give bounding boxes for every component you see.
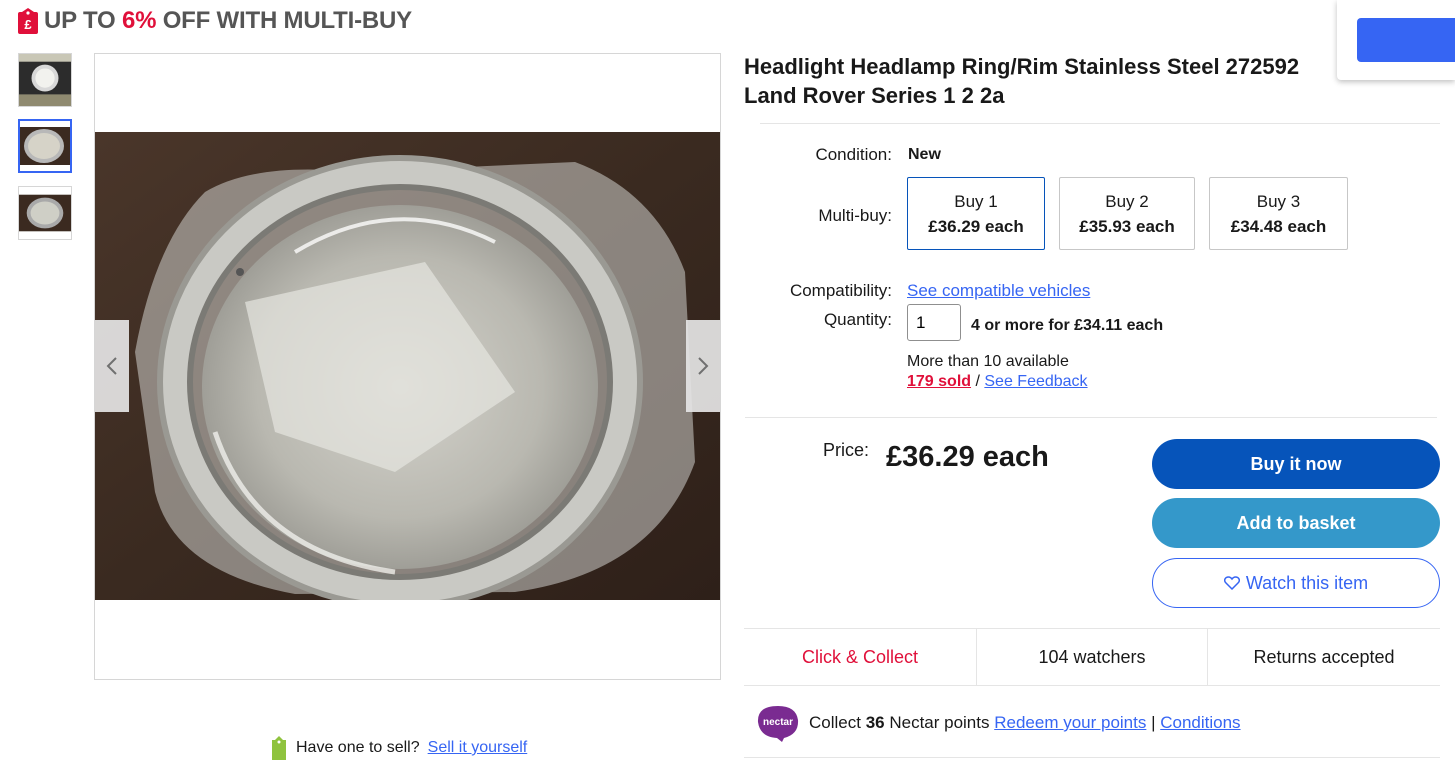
thumbnail-image — [20, 121, 70, 171]
sold-count-link[interactable]: 179 sold — [907, 373, 971, 390]
price-tag-icon: £ — [18, 8, 38, 34]
sell-text: Have one to sell? — [296, 739, 420, 756]
sell-tag-icon — [272, 736, 286, 760]
sell-it-yourself-link[interactable]: Sell it yourself — [428, 739, 528, 757]
condition-label: Condition: — [815, 145, 892, 164]
watch-item-label: Watch this item — [1245, 572, 1369, 593]
chevron-right-icon — [698, 357, 709, 375]
heart-icon — [1223, 576, 1240, 590]
multibuy-qty: Buy 1 — [954, 192, 998, 211]
floating-card-button[interactable] — [1357, 18, 1455, 62]
svg-text:£: £ — [24, 17, 32, 32]
thumbnail-2[interactable] — [18, 119, 72, 173]
see-compatible-vehicles-link[interactable]: See compatible vehicles — [907, 281, 1090, 301]
multibuy-qty: Buy 3 — [1256, 192, 1301, 211]
compatibility-label: Compatibility: — [789, 281, 892, 300]
multibuy-price: £36.29 each — [928, 217, 1024, 236]
returns-info: Returns accepted — [1253, 646, 1395, 667]
chevron-left-icon — [106, 357, 117, 375]
sold-feedback-line: 179 sold / See Feedback — [907, 373, 1088, 391]
multibuy-option-3[interactable]: Buy 3 £34.48 each — [1209, 177, 1348, 250]
divider — [744, 685, 1440, 686]
multibuy-option-2[interactable]: Buy 2 £35.93 each — [1059, 177, 1195, 250]
multi-buy-promo-banner: £ UP TO 6% OFF WITH MULTI-BUY — [18, 6, 412, 36]
see-feedback-link[interactable]: See Feedback — [984, 373, 1087, 390]
multibuy-qty: Buy 2 — [1105, 192, 1149, 211]
click-collect-info: Click & Collect — [801, 646, 919, 667]
thumbnail-3[interactable] — [18, 186, 72, 240]
sell-prompt: Have one to sell? Sell it yourself — [270, 736, 527, 760]
nectar-points: 36 — [865, 713, 885, 732]
multibuy-option-1[interactable]: Buy 1 £36.29 each — [907, 177, 1045, 250]
divider — [760, 123, 1440, 124]
multibuy-label: Multi-buy: — [818, 206, 892, 225]
buy-it-now-button[interactable]: Buy it now — [1152, 439, 1440, 489]
redeem-points-link[interactable]: Redeem your points — [994, 713, 1146, 732]
thumbnail-image — [19, 187, 71, 239]
item-title: Headlight Headlamp Ring/Rim Stainless St… — [744, 54, 1300, 108]
add-to-basket-button[interactable]: Add to basket — [1152, 498, 1440, 548]
floating-card — [1337, 0, 1455, 80]
price-value: £36.29 each — [886, 441, 1049, 473]
promo-text: UP TO 6% OFF WITH MULTI-BUY — [44, 7, 412, 34]
condition-value: New — [908, 146, 941, 163]
divider — [744, 757, 1440, 758]
multibuy-price: £34.48 each — [1230, 217, 1327, 236]
price-label: Price: — [823, 440, 870, 460]
quantity-input[interactable] — [907, 304, 961, 341]
conditions-link[interactable]: Conditions — [1160, 713, 1240, 732]
watchers-count: 104 watchers — [1038, 646, 1146, 667]
main-image-gallery — [94, 53, 721, 680]
svg-text:nectar: nectar — [763, 717, 793, 728]
previous-image-button[interactable] — [95, 320, 129, 412]
availability-text: More than 10 available — [907, 353, 1069, 370]
quantity-offer: 4 or more for £34.11 each — [971, 317, 1164, 334]
quantity-label: Quantity: — [823, 310, 892, 329]
multibuy-price: £35.93 each — [1079, 217, 1175, 236]
promo-percent: 6% — [121, 7, 157, 34]
nectar-points-line: Collect 36 Nectar points Redeem your poi… — [809, 713, 1241, 732]
next-image-button[interactable] — [686, 320, 720, 412]
product-photo[interactable] — [95, 132, 720, 600]
thumbnail-1[interactable] — [18, 53, 72, 107]
thumbnail-image — [19, 54, 71, 106]
nectar-logo-icon: nectar — [757, 706, 799, 742]
separator: / — [971, 373, 985, 390]
divider — [745, 417, 1437, 418]
watch-item-button[interactable]: Watch this item — [1152, 558, 1440, 608]
